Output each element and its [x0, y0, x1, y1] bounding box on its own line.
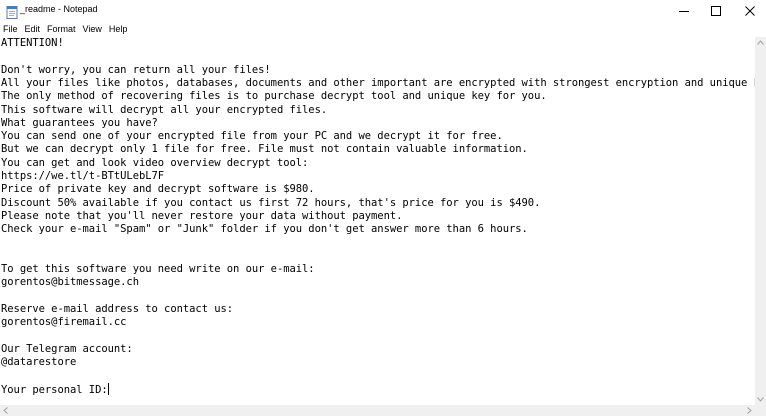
minimize-icon — [679, 6, 689, 16]
menu-view[interactable]: View — [80, 22, 106, 37]
text-line-content: What guarantees you have? — [1, 116, 158, 129]
close-icon — [745, 6, 755, 16]
text-line: What guarantees you have? — [1, 117, 158, 130]
scroll-left-icon[interactable] — [0, 405, 11, 416]
text-line-content: Your personal ID: — [1, 383, 108, 396]
text-line: ATTENTION! — [1, 37, 64, 50]
menu-edit[interactable]: Edit — [22, 22, 45, 37]
text-line-content: To get this software you need write on o… — [1, 263, 315, 276]
maximize-icon — [711, 6, 721, 16]
text-line: Reserve e-mail address to contact us: — [1, 303, 233, 316]
minimize-button[interactable] — [668, 0, 700, 22]
text-line: https://we.tl/t-BTtULebL7F — [1, 170, 164, 183]
maximize-button[interactable] — [700, 0, 732, 22]
text-line-content: But we can decrypt only 1 file for free.… — [1, 143, 528, 156]
menu-file[interactable]: File — [0, 22, 22, 37]
text-line: Discount 50% available if you contact us… — [1, 197, 540, 210]
text-line: Don't worry, you can return all your fil… — [1, 64, 271, 77]
text-caret — [107, 382, 109, 395]
text-line-content: This software will decrypt all your encr… — [1, 103, 328, 116]
text-line: You can get and look video overview decr… — [1, 157, 308, 170]
text-line-content: gorentos@firemail.cc — [1, 316, 127, 329]
scroll-right-icon[interactable] — [744, 405, 755, 416]
text-line: But we can decrypt only 1 file for free.… — [1, 143, 528, 156]
text-line-content: The only method of recovering files is t… — [1, 90, 547, 103]
text-editor[interactable]: ATTENTION! Don't worry, you can return al… — [0, 37, 755, 405]
scroll-up-icon[interactable] — [755, 37, 766, 48]
text-line: To get this software you need write on o… — [1, 263, 315, 276]
text-line-content: You can get and look video overview decr… — [1, 156, 309, 169]
text-line: gorentos@firemail.cc — [1, 316, 126, 329]
text-line: Please note that you'll never restore yo… — [1, 210, 402, 223]
text-line: gorentos@bitmessage.ch — [1, 276, 139, 289]
menu-help[interactable]: Help — [106, 22, 132, 37]
text-line: You can send one of your encrypted file … — [1, 130, 503, 143]
text-line: All your files like photos, databases, d… — [1, 77, 755, 90]
text-line-content: Don't worry, you can return all your fil… — [1, 63, 271, 76]
text-line-content: All your files like photos, databases, d… — [1, 76, 755, 89]
text-line-content: gorentos@bitmessage.ch — [1, 276, 139, 289]
notepad-icon — [6, 4, 18, 19]
scroll-down-icon[interactable] — [755, 394, 766, 405]
text-line: This software will decrypt all your encr… — [1, 104, 327, 117]
scroll-corner — [755, 405, 766, 416]
text-line-content: Reserve e-mail address to contact us: — [1, 303, 234, 315]
text-line: Your personal ID: — [1, 382, 109, 396]
title-bar[interactable]: _readme - Notepad — [0, 0, 766, 22]
vertical-scrollbar[interactable] — [755, 37, 766, 405]
text-line: Price of private key and decrypt softwar… — [1, 183, 315, 196]
text-line-content: Price of private key and decrypt softwar… — [1, 183, 315, 196]
text-line: The only method of recovering files is t… — [1, 90, 547, 103]
text-line-content: Please note that you'll never restore yo… — [1, 209, 403, 222]
text-line-content: Check your e-mail "Spam" or "Junk" folde… — [1, 223, 528, 236]
text-line-content: Discount 50% available if you contact us… — [1, 196, 541, 209]
text-line-content: You can send one of your encrypted file … — [1, 130, 503, 143]
menu-bar: File Edit Format View Help — [0, 22, 766, 37]
text-line-content: Our Telegram account: — [1, 342, 133, 355]
window-title: _readme - Notepad — [20, 4, 98, 14]
text-line-content: @datarestore — [1, 356, 77, 369]
text-line: Our Telegram account: — [1, 343, 133, 356]
close-button[interactable] — [734, 0, 766, 22]
menu-format[interactable]: Format — [44, 22, 80, 37]
text-line: Check your e-mail "Spam" or "Junk" folde… — [1, 223, 528, 236]
text-line-content: ATTENTION! — [1, 37, 64, 49]
text-line-content: https://we.tl/t-BTtULebL7F — [1, 170, 165, 182]
text-line: @datarestore — [1, 356, 76, 369]
horizontal-scrollbar[interactable] — [0, 405, 755, 416]
